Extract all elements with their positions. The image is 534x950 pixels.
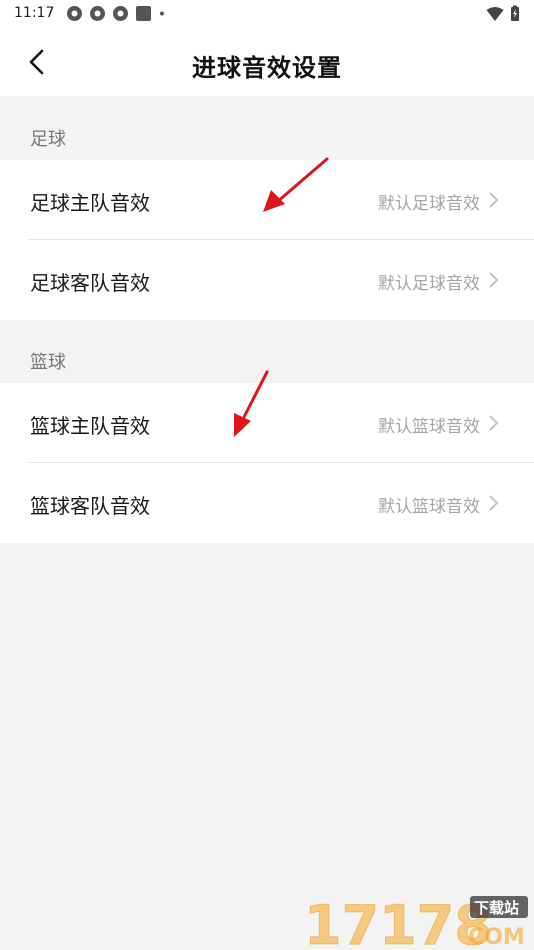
- chevron-right-icon: [489, 415, 499, 431]
- app-header: 进球音效设置: [0, 28, 534, 96]
- chevron-right-icon: [489, 192, 499, 208]
- app-notification-icon: [67, 6, 82, 21]
- svg-text:17178: 17178: [304, 894, 492, 950]
- football-home-sound-row[interactable]: 足球主队音效 默认足球音效: [0, 160, 534, 240]
- app-notification-icon: [90, 6, 105, 21]
- svg-text:COM: COM: [468, 925, 525, 950]
- section-label-basketball: 篮球: [30, 352, 66, 373]
- system-icons: [486, 5, 520, 22]
- row-label: 篮球主队音效: [30, 414, 150, 438]
- basketball-settings-group: 篮球主队音效 默认篮球音效 篮球客队音效 默认篮球音效: [0, 383, 534, 543]
- watermark-logo: 17178 下载站 COM: [304, 894, 528, 950]
- dot-icon: [160, 11, 164, 16]
- app-notification-icon: [113, 6, 128, 21]
- chevron-right-icon: [489, 272, 499, 288]
- row-value: 默认篮球音效: [378, 417, 480, 437]
- page-title: 进球音效设置: [192, 54, 342, 82]
- row-value: 默认足球音效: [378, 194, 480, 214]
- notification-icons: [66, 5, 166, 22]
- chevron-right-icon: [489, 495, 499, 511]
- football-settings-group: 足球主队音效 默认足球音效 足球客队音效 默认足球音效: [0, 160, 534, 320]
- row-label: 足球客队音效: [30, 271, 150, 295]
- battery-icon: [511, 5, 519, 21]
- svg-text:下载站: 下载站: [474, 899, 519, 917]
- wifi-icon: [486, 6, 504, 21]
- square-notification-icon: [136, 6, 151, 21]
- football-away-sound-row[interactable]: 足球客队音效 默认足球音效: [0, 240, 534, 320]
- basketball-home-sound-row[interactable]: 篮球主队音效 默认篮球音效: [0, 383, 534, 463]
- section-label-football: 足球: [30, 129, 66, 150]
- status-bar: 11:17: [0, 0, 534, 28]
- row-value: 默认篮球音效: [378, 497, 480, 517]
- row-value: 默认足球音效: [378, 274, 480, 294]
- basketball-away-sound-row[interactable]: 篮球客队音效 默认篮球音效: [0, 463, 534, 543]
- row-label: 篮球客队音效: [30, 494, 150, 518]
- row-label: 足球主队音效: [30, 191, 150, 215]
- status-time: 11:17: [14, 5, 55, 21]
